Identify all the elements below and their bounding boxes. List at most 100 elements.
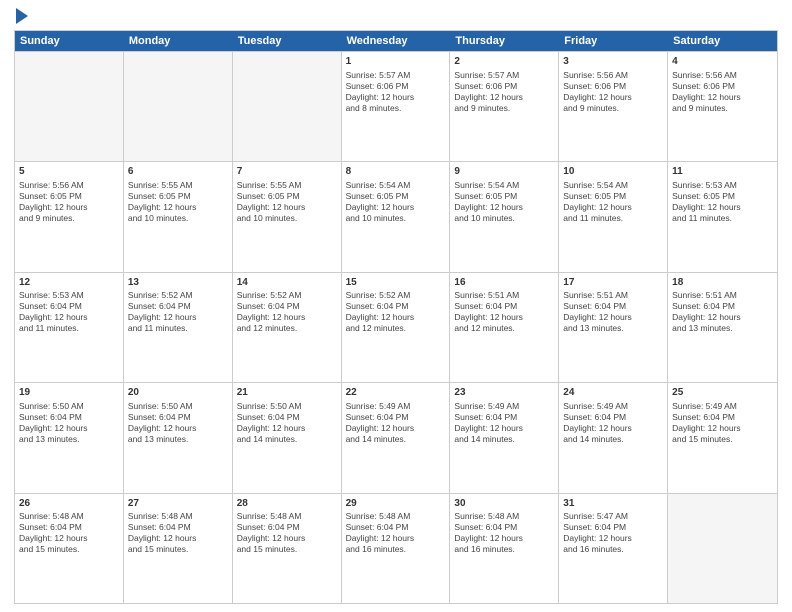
calendar-header: SundayMondayTuesdayWednesdayThursdayFrid… — [15, 31, 777, 51]
cell-info: Sunrise: 5:52 AM Sunset: 6:04 PM Dayligh… — [237, 290, 337, 334]
calendar-cell: 23Sunrise: 5:49 AM Sunset: 6:04 PM Dayli… — [450, 383, 559, 492]
day-number: 19 — [19, 386, 119, 400]
calendar-cell: 3Sunrise: 5:56 AM Sunset: 6:06 PM Daylig… — [559, 52, 668, 161]
day-number: 10 — [563, 165, 663, 179]
cell-info: Sunrise: 5:53 AM Sunset: 6:04 PM Dayligh… — [19, 290, 119, 334]
day-number: 8 — [346, 165, 446, 179]
calendar-cell: 26Sunrise: 5:48 AM Sunset: 6:04 PM Dayli… — [15, 494, 124, 603]
day-number: 27 — [128, 497, 228, 511]
calendar-cell: 10Sunrise: 5:54 AM Sunset: 6:05 PM Dayli… — [559, 162, 668, 271]
cell-info: Sunrise: 5:56 AM Sunset: 6:05 PM Dayligh… — [19, 180, 119, 224]
day-number: 4 — [672, 55, 773, 69]
cell-info: Sunrise: 5:48 AM Sunset: 6:04 PM Dayligh… — [237, 511, 337, 555]
day-number: 24 — [563, 386, 663, 400]
day-number: 25 — [672, 386, 773, 400]
cell-info: Sunrise: 5:47 AM Sunset: 6:04 PM Dayligh… — [563, 511, 663, 555]
day-number: 20 — [128, 386, 228, 400]
calendar-cell: 25Sunrise: 5:49 AM Sunset: 6:04 PM Dayli… — [668, 383, 777, 492]
cell-info: Sunrise: 5:55 AM Sunset: 6:05 PM Dayligh… — [128, 180, 228, 224]
cell-info: Sunrise: 5:49 AM Sunset: 6:04 PM Dayligh… — [563, 401, 663, 445]
calendar-cell: 27Sunrise: 5:48 AM Sunset: 6:04 PM Dayli… — [124, 494, 233, 603]
calendar-row: 5Sunrise: 5:56 AM Sunset: 6:05 PM Daylig… — [15, 161, 777, 271]
cell-info: Sunrise: 5:54 AM Sunset: 6:05 PM Dayligh… — [346, 180, 446, 224]
calendar-cell: 17Sunrise: 5:51 AM Sunset: 6:04 PM Dayli… — [559, 273, 668, 382]
day-number: 18 — [672, 276, 773, 290]
calendar-cell — [668, 494, 777, 603]
cell-info: Sunrise: 5:57 AM Sunset: 6:06 PM Dayligh… — [346, 70, 446, 114]
day-number: 14 — [237, 276, 337, 290]
calendar-cell: 5Sunrise: 5:56 AM Sunset: 6:05 PM Daylig… — [15, 162, 124, 271]
calendar: SundayMondayTuesdayWednesdayThursdayFrid… — [14, 30, 778, 604]
day-number: 9 — [454, 165, 554, 179]
day-number: 16 — [454, 276, 554, 290]
calendar-cell: 29Sunrise: 5:48 AM Sunset: 6:04 PM Dayli… — [342, 494, 451, 603]
cell-info: Sunrise: 5:51 AM Sunset: 6:04 PM Dayligh… — [454, 290, 554, 334]
day-number: 21 — [237, 386, 337, 400]
day-number: 30 — [454, 497, 554, 511]
calendar-page: SundayMondayTuesdayWednesdayThursdayFrid… — [0, 0, 792, 612]
calendar-row: 1Sunrise: 5:57 AM Sunset: 6:06 PM Daylig… — [15, 51, 777, 161]
cell-info: Sunrise: 5:54 AM Sunset: 6:05 PM Dayligh… — [454, 180, 554, 224]
logo-arrow-icon — [16, 8, 28, 24]
calendar-cell: 12Sunrise: 5:53 AM Sunset: 6:04 PM Dayli… — [15, 273, 124, 382]
cell-info: Sunrise: 5:51 AM Sunset: 6:04 PM Dayligh… — [672, 290, 773, 334]
calendar-cell: 1Sunrise: 5:57 AM Sunset: 6:06 PM Daylig… — [342, 52, 451, 161]
day-number: 6 — [128, 165, 228, 179]
day-number: 17 — [563, 276, 663, 290]
cell-info: Sunrise: 5:50 AM Sunset: 6:04 PM Dayligh… — [19, 401, 119, 445]
calendar-cell — [233, 52, 342, 161]
cell-info: Sunrise: 5:50 AM Sunset: 6:04 PM Dayligh… — [237, 401, 337, 445]
calendar-header-cell: Sunday — [15, 31, 124, 51]
calendar-cell: 20Sunrise: 5:50 AM Sunset: 6:04 PM Dayli… — [124, 383, 233, 492]
day-number: 1 — [346, 55, 446, 69]
calendar-row: 12Sunrise: 5:53 AM Sunset: 6:04 PM Dayli… — [15, 272, 777, 382]
calendar-header-cell: Tuesday — [233, 31, 342, 51]
header — [14, 10, 778, 24]
cell-info: Sunrise: 5:48 AM Sunset: 6:04 PM Dayligh… — [454, 511, 554, 555]
day-number: 29 — [346, 497, 446, 511]
calendar-body: 1Sunrise: 5:57 AM Sunset: 6:06 PM Daylig… — [15, 51, 777, 603]
calendar-cell — [124, 52, 233, 161]
cell-info: Sunrise: 5:57 AM Sunset: 6:06 PM Dayligh… — [454, 70, 554, 114]
calendar-cell: 7Sunrise: 5:55 AM Sunset: 6:05 PM Daylig… — [233, 162, 342, 271]
calendar-cell: 18Sunrise: 5:51 AM Sunset: 6:04 PM Dayli… — [668, 273, 777, 382]
day-number: 11 — [672, 165, 773, 179]
calendar-cell: 22Sunrise: 5:49 AM Sunset: 6:04 PM Dayli… — [342, 383, 451, 492]
calendar-cell: 15Sunrise: 5:52 AM Sunset: 6:04 PM Dayli… — [342, 273, 451, 382]
cell-info: Sunrise: 5:52 AM Sunset: 6:04 PM Dayligh… — [346, 290, 446, 334]
calendar-header-cell: Thursday — [450, 31, 559, 51]
cell-info: Sunrise: 5:49 AM Sunset: 6:04 PM Dayligh… — [672, 401, 773, 445]
cell-info: Sunrise: 5:49 AM Sunset: 6:04 PM Dayligh… — [346, 401, 446, 445]
calendar-cell: 11Sunrise: 5:53 AM Sunset: 6:05 PM Dayli… — [668, 162, 777, 271]
calendar-cell: 13Sunrise: 5:52 AM Sunset: 6:04 PM Dayli… — [124, 273, 233, 382]
calendar-row: 19Sunrise: 5:50 AM Sunset: 6:04 PM Dayli… — [15, 382, 777, 492]
calendar-cell: 6Sunrise: 5:55 AM Sunset: 6:05 PM Daylig… — [124, 162, 233, 271]
calendar-cell: 9Sunrise: 5:54 AM Sunset: 6:05 PM Daylig… — [450, 162, 559, 271]
day-number: 31 — [563, 497, 663, 511]
day-number: 2 — [454, 55, 554, 69]
cell-info: Sunrise: 5:56 AM Sunset: 6:06 PM Dayligh… — [672, 70, 773, 114]
calendar-header-cell: Wednesday — [342, 31, 451, 51]
calendar-cell — [15, 52, 124, 161]
calendar-cell: 14Sunrise: 5:52 AM Sunset: 6:04 PM Dayli… — [233, 273, 342, 382]
day-number: 3 — [563, 55, 663, 69]
calendar-cell: 24Sunrise: 5:49 AM Sunset: 6:04 PM Dayli… — [559, 383, 668, 492]
calendar-cell: 28Sunrise: 5:48 AM Sunset: 6:04 PM Dayli… — [233, 494, 342, 603]
calendar-cell: 2Sunrise: 5:57 AM Sunset: 6:06 PM Daylig… — [450, 52, 559, 161]
day-number: 28 — [237, 497, 337, 511]
cell-info: Sunrise: 5:48 AM Sunset: 6:04 PM Dayligh… — [19, 511, 119, 555]
calendar-cell: 31Sunrise: 5:47 AM Sunset: 6:04 PM Dayli… — [559, 494, 668, 603]
day-number: 22 — [346, 386, 446, 400]
cell-info: Sunrise: 5:55 AM Sunset: 6:05 PM Dayligh… — [237, 180, 337, 224]
cell-info: Sunrise: 5:52 AM Sunset: 6:04 PM Dayligh… — [128, 290, 228, 334]
calendar-cell: 19Sunrise: 5:50 AM Sunset: 6:04 PM Dayli… — [15, 383, 124, 492]
cell-info: Sunrise: 5:54 AM Sunset: 6:05 PM Dayligh… — [563, 180, 663, 224]
cell-info: Sunrise: 5:48 AM Sunset: 6:04 PM Dayligh… — [346, 511, 446, 555]
cell-info: Sunrise: 5:49 AM Sunset: 6:04 PM Dayligh… — [454, 401, 554, 445]
calendar-cell: 21Sunrise: 5:50 AM Sunset: 6:04 PM Dayli… — [233, 383, 342, 492]
calendar-row: 26Sunrise: 5:48 AM Sunset: 6:04 PM Dayli… — [15, 493, 777, 603]
cell-info: Sunrise: 5:48 AM Sunset: 6:04 PM Dayligh… — [128, 511, 228, 555]
day-number: 26 — [19, 497, 119, 511]
day-number: 12 — [19, 276, 119, 290]
cell-info: Sunrise: 5:56 AM Sunset: 6:06 PM Dayligh… — [563, 70, 663, 114]
